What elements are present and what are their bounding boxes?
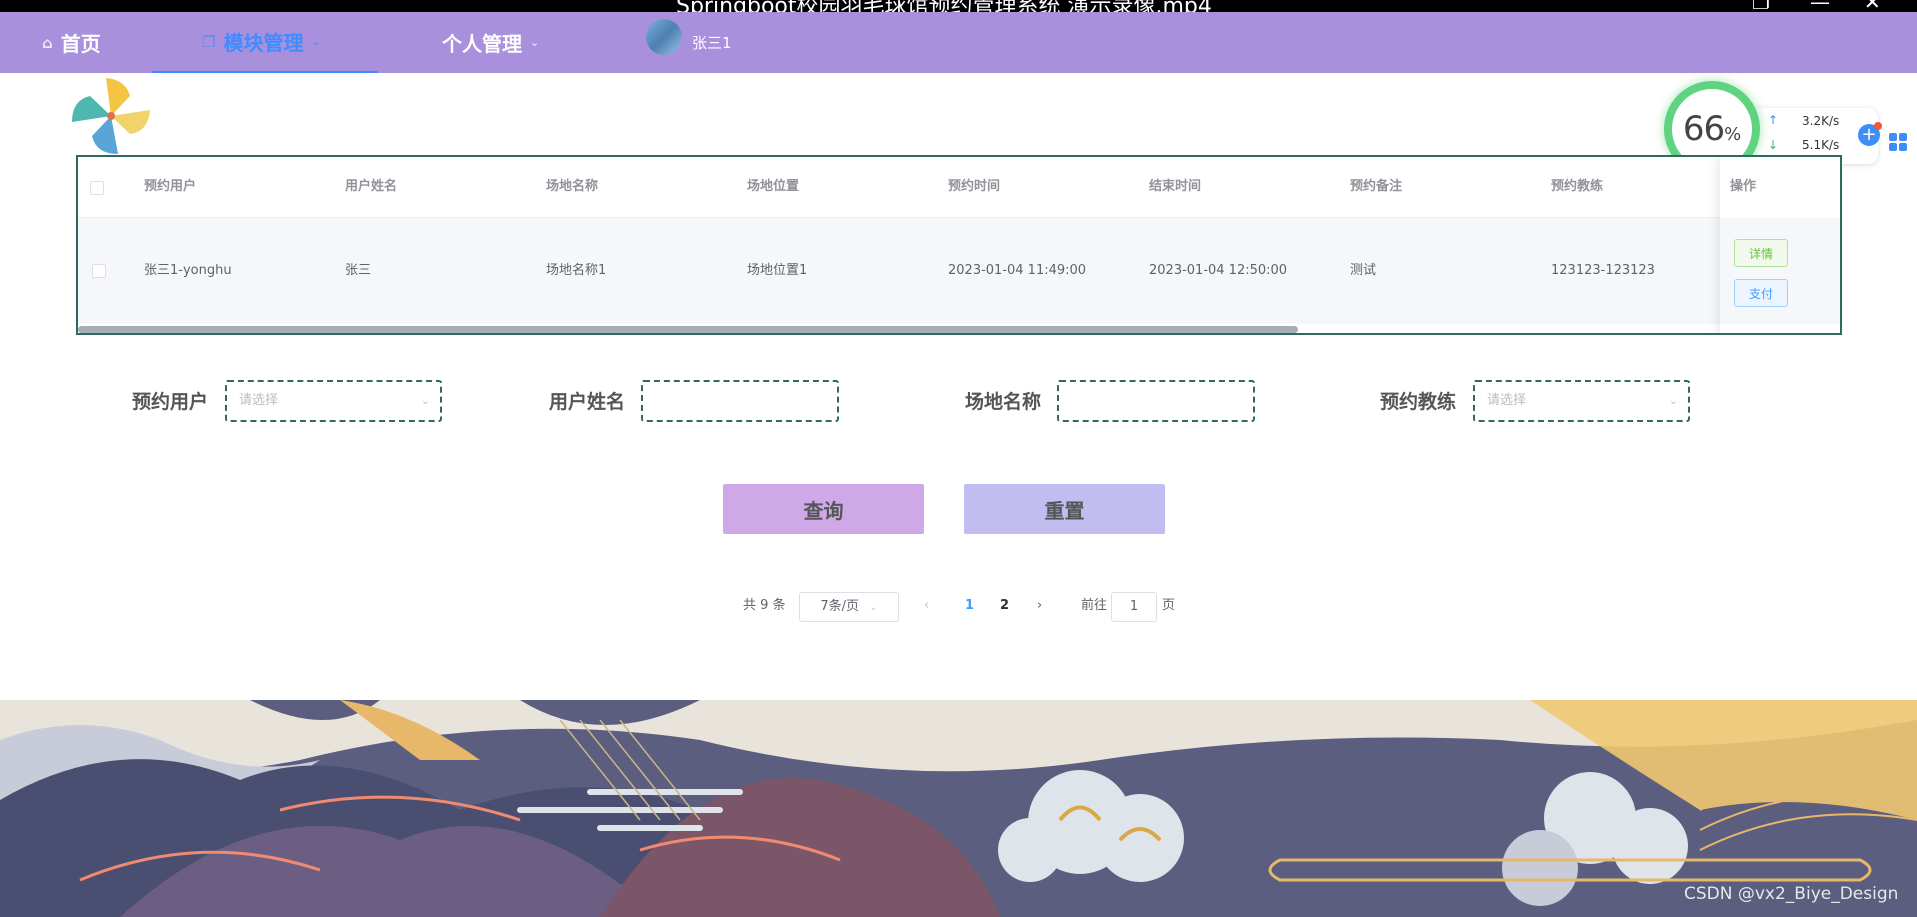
name-label: 用户姓名	[549, 391, 626, 413]
cell-end-time: 2023-01-04 12:50:00	[1149, 263, 1288, 278]
col-header[interactable]: 结束时间	[1149, 157, 1201, 217]
col-header[interactable]: 预约教练	[1551, 157, 1603, 217]
goto-label: 前往	[1081, 598, 1108, 613]
cell-user: 张三1-yonghu	[144, 263, 232, 278]
select-all-checkbox[interactable]	[90, 181, 104, 195]
table-row[interactable]: 张三1-yonghu 张三 场地名称1 场地位置1 2023-01-04 11:…	[78, 218, 1840, 324]
page-number-current[interactable]: 1	[965, 592, 974, 620]
download-speed: 5.1K/s	[1802, 138, 1840, 152]
user-select[interactable]: 请选择 ⌄	[225, 380, 442, 422]
chevron-down-icon: ⌄	[311, 35, 321, 48]
horizontal-scrollbar[interactable]	[78, 326, 1298, 333]
cell-remark: 测试	[1350, 263, 1377, 278]
user-select-placeholder: 请选择	[239, 393, 279, 408]
next-page-icon[interactable]: ›	[1037, 592, 1042, 620]
cell-name: 张三	[345, 263, 372, 278]
chevron-down-icon: ⌄	[869, 602, 878, 613]
avatar[interactable]	[646, 19, 682, 55]
nav-modules-label: 模块管理	[223, 31, 304, 55]
home-icon: ⌂	[42, 33, 53, 52]
table-header: 预约用户 用户姓名 场地名称 场地位置 预约时间 结束时间 预约备注 预约教练	[78, 157, 1840, 218]
upload-arrow-icon: ↑	[1768, 113, 1779, 127]
coach-select[interactable]: 请选择 ⌄	[1473, 380, 1690, 422]
video-title: Springboot校园羽毛球馆预约管理系统 演示录像.mp4	[676, 0, 1212, 12]
coach-label: 预约教练	[1380, 391, 1457, 413]
pagination-total: 共 9 条	[743, 598, 786, 613]
notification-dot	[1874, 122, 1882, 130]
nav-personal-label: 个人管理	[442, 32, 522, 56]
coach-select-placeholder: 请选择	[1487, 393, 1527, 408]
top-nav: ⌂ 首页 ❐ 模块管理 ⌄ 个人管理 ⌄	[0, 12, 1917, 73]
page-size-select[interactable]: 7条/页 ⌄	[799, 592, 899, 622]
name-input[interactable]	[641, 380, 839, 422]
col-header[interactable]: 预约用户	[144, 157, 196, 217]
modules-icon: ❐	[202, 32, 216, 51]
nav-home[interactable]: ⌂ 首页	[42, 12, 101, 73]
user-label: 预约用户	[132, 391, 209, 413]
close-icon[interactable]: ✕	[1864, 0, 1881, 12]
detail-button[interactable]: 详情	[1734, 239, 1788, 267]
col-header[interactable]: 预约时间	[948, 157, 1000, 217]
page-size-value: 7条/页	[820, 599, 860, 614]
row-checkbox[interactable]	[92, 264, 106, 278]
col-header[interactable]: 场地位置	[747, 157, 799, 217]
nav-personal[interactable]: 个人管理 ⌄	[442, 12, 539, 73]
watermark: CSDN @vx2_Biye_Design	[1684, 884, 1899, 904]
actions-cell: 详情 支付	[1720, 218, 1840, 324]
cell-coach: 123123-123123	[1551, 263, 1655, 278]
venue-input[interactable]	[1057, 380, 1255, 422]
page-unit-label: 页	[1162, 598, 1176, 613]
cell-venue-location: 场地位置1	[747, 263, 808, 278]
usage-percent: 66	[1682, 109, 1725, 149]
username[interactable]: 张三1	[692, 12, 732, 73]
nav-home-label: 首页	[60, 32, 101, 56]
actions-column: 操作 详情 支付	[1720, 157, 1840, 333]
prev-page-icon[interactable]: ‹	[924, 592, 929, 620]
chevron-down-icon: ⌄	[530, 36, 540, 49]
decorative-banner	[0, 700, 1917, 917]
reset-button[interactable]: 重置	[964, 484, 1165, 534]
query-button[interactable]: 查询	[723, 484, 924, 534]
chevron-down-icon: ⌄	[420, 394, 430, 407]
download-arrow-icon: ↓	[1768, 138, 1779, 152]
cell-venue-name: 场地名称1	[546, 263, 607, 278]
apps-grid-icon[interactable]	[1888, 132, 1908, 152]
pinwheel-logo	[72, 78, 150, 154]
minimize-icon[interactable]: —	[1810, 0, 1830, 12]
booking-table: 预约用户 用户姓名 场地名称 场地位置 预约时间 结束时间 预约备注 预约教练 …	[76, 155, 1842, 335]
venue-label: 场地名称	[965, 391, 1042, 413]
upload-speed: 3.2K/s	[1802, 114, 1840, 128]
col-header[interactable]: 用户姓名	[345, 157, 397, 217]
restore-icon[interactable]: ❐	[1752, 0, 1770, 12]
col-header[interactable]: 预约备注	[1350, 157, 1402, 217]
col-header-actions: 操作	[1730, 179, 1757, 194]
video-title-bar: Springboot校园羽毛球馆预约管理系统 演示录像.mp4 ❐ — ✕	[0, 0, 1917, 12]
goto-page-input[interactable]: 1	[1111, 592, 1157, 622]
percent-sign: %	[1724, 123, 1742, 145]
col-header[interactable]: 场地名称	[546, 157, 598, 217]
pay-button[interactable]: 支付	[1734, 279, 1788, 307]
cell-start-time: 2023-01-04 11:49:00	[948, 263, 1087, 278]
chevron-down-icon: ⌄	[1668, 394, 1678, 407]
nav-modules[interactable]: ❐ 模块管理 ⌄	[152, 12, 378, 73]
page-number[interactable]: 2	[1000, 592, 1009, 620]
